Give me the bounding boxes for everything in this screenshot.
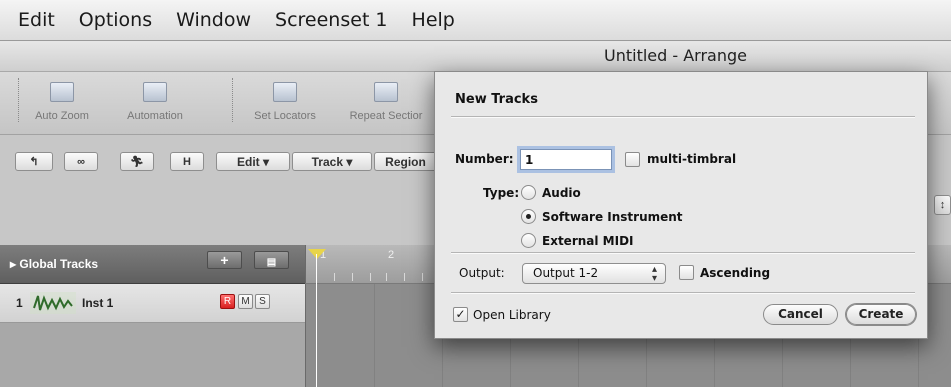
- right-stepper[interactable]: ↕: [934, 195, 951, 215]
- link-button[interactable]: ∞: [64, 152, 98, 171]
- create-button[interactable]: Create: [846, 304, 916, 325]
- ruler-tick: [334, 273, 335, 281]
- repeat-section-label: Repeat Sectior: [349, 110, 423, 122]
- catch-button[interactable]: 🏃︎: [120, 152, 154, 171]
- stepper-icon: ▴ ▾: [651, 264, 657, 284]
- repeat-icon: [374, 82, 398, 102]
- grid-line: [374, 284, 375, 387]
- cancel-button[interactable]: Cancel: [763, 304, 838, 325]
- window-title: Untitled - Arrange: [604, 46, 747, 65]
- menu-window[interactable]: Window: [176, 9, 251, 31]
- menu-options[interactable]: Options: [79, 9, 152, 31]
- hide-button[interactable]: H: [170, 152, 204, 171]
- global-tracks-text: Global Tracks: [19, 257, 99, 271]
- toolbar-separator: [18, 78, 19, 122]
- track-number: 1: [16, 296, 23, 310]
- type-audio-label: Audio: [542, 186, 581, 200]
- ruler-tick: [352, 273, 353, 281]
- global-tracks-row[interactable]: ▸ Global Tracks + ▤: [0, 245, 305, 284]
- automation-label: Automation: [127, 110, 183, 122]
- ruler-tick: [422, 273, 423, 281]
- ascending-checkbox[interactable]: [679, 265, 694, 280]
- track-name: Inst 1: [82, 296, 114, 310]
- record-enable-button[interactable]: R: [220, 294, 235, 309]
- add-track-button[interactable]: +: [207, 251, 242, 269]
- dialog-title: New Tracks: [455, 92, 538, 107]
- running-man-icon: 🏃︎: [130, 156, 144, 168]
- menu-help[interactable]: Help: [412, 9, 455, 31]
- ruler-tick: [386, 273, 387, 281]
- toolbar-separator: [232, 78, 233, 122]
- menu-bar: Edit Options Window Screenset 1 Help: [0, 0, 951, 41]
- number-field[interactable]: [520, 149, 612, 170]
- link-icon: ∞: [77, 156, 85, 168]
- set-locators-button[interactable]: Set Locators: [236, 78, 334, 122]
- global-tracks-label: ▸ Global Tracks: [10, 257, 99, 271]
- track-local-menu[interactable]: Track ▾: [292, 152, 372, 171]
- number-label: Number:: [455, 152, 514, 166]
- menu-edit[interactable]: Edit: [18, 9, 55, 31]
- folder-button[interactable]: ▤: [254, 251, 289, 269]
- playhead-line[interactable]: [316, 254, 317, 387]
- instrument-icon: [30, 292, 76, 314]
- automation-button[interactable]: Automation: [106, 78, 204, 122]
- ascending-label: Ascending: [700, 266, 771, 280]
- multi-timbral-label: multi-timbral: [647, 152, 737, 166]
- output-label: Output:: [459, 266, 505, 280]
- locators-icon: [273, 82, 297, 102]
- zoom-icon: [50, 82, 74, 102]
- ruler-tick: [404, 273, 405, 281]
- ruler-tick: [370, 273, 371, 281]
- type-software-instrument-label: Software Instrument: [542, 210, 683, 224]
- solo-button[interactable]: S: [255, 294, 270, 309]
- edit-local-menu[interactable]: Edit ▾: [216, 152, 290, 171]
- divider: [451, 252, 915, 254]
- multi-timbral-checkbox[interactable]: [625, 152, 640, 167]
- type-external-midi-label: External MIDI: [542, 234, 634, 248]
- divider: [451, 116, 915, 118]
- track-row[interactable]: 1 Inst 1 R M S: [0, 284, 305, 323]
- output-select[interactable]: Output 1-2 ▴ ▾: [522, 263, 666, 284]
- checkmark-icon: ✓: [455, 307, 466, 321]
- stepper-icon: ↕: [939, 199, 946, 211]
- new-tracks-dialog: New Tracks Number: multi-timbral Type: A…: [434, 71, 928, 339]
- folder-icon: ▤: [266, 257, 277, 268]
- type-external-midi-radio[interactable]: [521, 233, 536, 248]
- type-label: Type:: [483, 186, 520, 200]
- type-audio-radio[interactable]: [521, 185, 536, 200]
- back-button[interactable]: ↰: [15, 152, 53, 171]
- automation-icon: [143, 82, 167, 102]
- open-library-label: Open Library: [473, 308, 551, 322]
- track-list-empty-area[interactable]: [0, 323, 305, 387]
- menu-screenset[interactable]: Screenset 1: [275, 9, 388, 31]
- mute-button[interactable]: M: [238, 294, 253, 309]
- back-arrow-icon: ↰: [29, 156, 39, 168]
- set-locators-label: Set Locators: [254, 110, 316, 122]
- ruler-bar-2: 2: [388, 249, 395, 261]
- open-library-checkbox[interactable]: ✓: [453, 307, 468, 322]
- divider: [451, 292, 915, 294]
- window-title-bar: Untitled - Arrange: [0, 41, 951, 72]
- playhead-marker-icon[interactable]: [308, 249, 326, 259]
- output-value: Output 1-2: [533, 266, 599, 280]
- auto-zoom-label: Auto Zoom: [35, 110, 89, 122]
- type-software-instrument-radio[interactable]: [521, 209, 536, 224]
- auto-zoom-button[interactable]: Auto Zoom: [20, 78, 104, 122]
- repeat-section-button[interactable]: Repeat Sectior: [338, 78, 434, 122]
- region-local-menu[interactable]: Region: [374, 152, 436, 171]
